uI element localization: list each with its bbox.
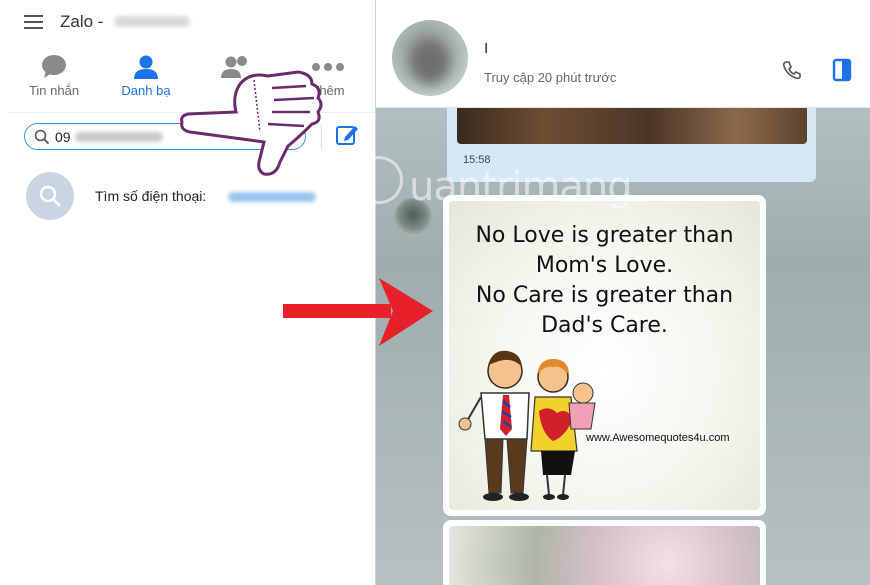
message-photo[interactable] (449, 526, 760, 585)
quote-line: Dad's Care. (541, 313, 668, 338)
contact-avatar[interactable] (392, 20, 468, 96)
message-bubble-image[interactable] (443, 520, 766, 585)
quote-line: No Love is greater than (475, 223, 734, 248)
search-icon (34, 129, 50, 145)
title-bar: Zalo - (8, 0, 375, 44)
blurred-username (114, 16, 190, 27)
tab-contacts-label: Danh bạ (121, 83, 171, 98)
blurred-phone-number (75, 132, 163, 142)
pointing-hand-icon (180, 70, 323, 176)
message-photo[interactable] (457, 106, 807, 144)
contact-name: I (484, 40, 489, 57)
quote-source-url: www.Awesomequotes4u.com (586, 432, 730, 444)
quote-image: No Love is greater than Mom's Love. No C… (449, 201, 760, 510)
message-image-quote[interactable]: No Love is greater than Mom's Love. No C… (443, 195, 766, 516)
zalo-app: Zalo - Tin nhắn Danh bạ Thêm 09 Tìm số đ… (0, 0, 870, 585)
menu-icon[interactable] (24, 15, 43, 29)
search-result-avatar (26, 172, 74, 220)
search-icon (39, 185, 61, 207)
watermark: uantrimang (351, 150, 651, 210)
chat-header: I Truy cập 20 phút trước (376, 0, 870, 108)
search-result-label: Tìm số điện thoại: (95, 188, 207, 204)
tab-messages-label: Tin nhắn (28, 83, 80, 98)
quote-line: Mom's Love. (535, 253, 674, 278)
sidebar-toggle-icon[interactable] (832, 58, 852, 82)
chat-panel: I Truy cập 20 phút trước 15:58 uantriman… (355, 0, 870, 585)
annotation-arrow-icon (283, 278, 433, 346)
quote-line: No Care is greater than (475, 283, 734, 308)
tab-messages[interactable]: Tin nhắn (14, 46, 94, 106)
watermark-text: uantrimang (409, 164, 633, 210)
compose-icon[interactable] (335, 123, 359, 147)
phone-call-icon[interactable] (782, 60, 802, 80)
bulb-icon (355, 156, 403, 204)
contact-status: Truy cập 20 phút trước (484, 70, 617, 85)
person-icon (134, 55, 158, 79)
family-illustration (458, 350, 596, 501)
chat-bubble-icon (42, 55, 66, 78)
blurred-phone-number (228, 192, 316, 202)
app-title: Zalo - (60, 12, 104, 31)
tab-contacts[interactable]: Danh bạ (106, 46, 186, 106)
